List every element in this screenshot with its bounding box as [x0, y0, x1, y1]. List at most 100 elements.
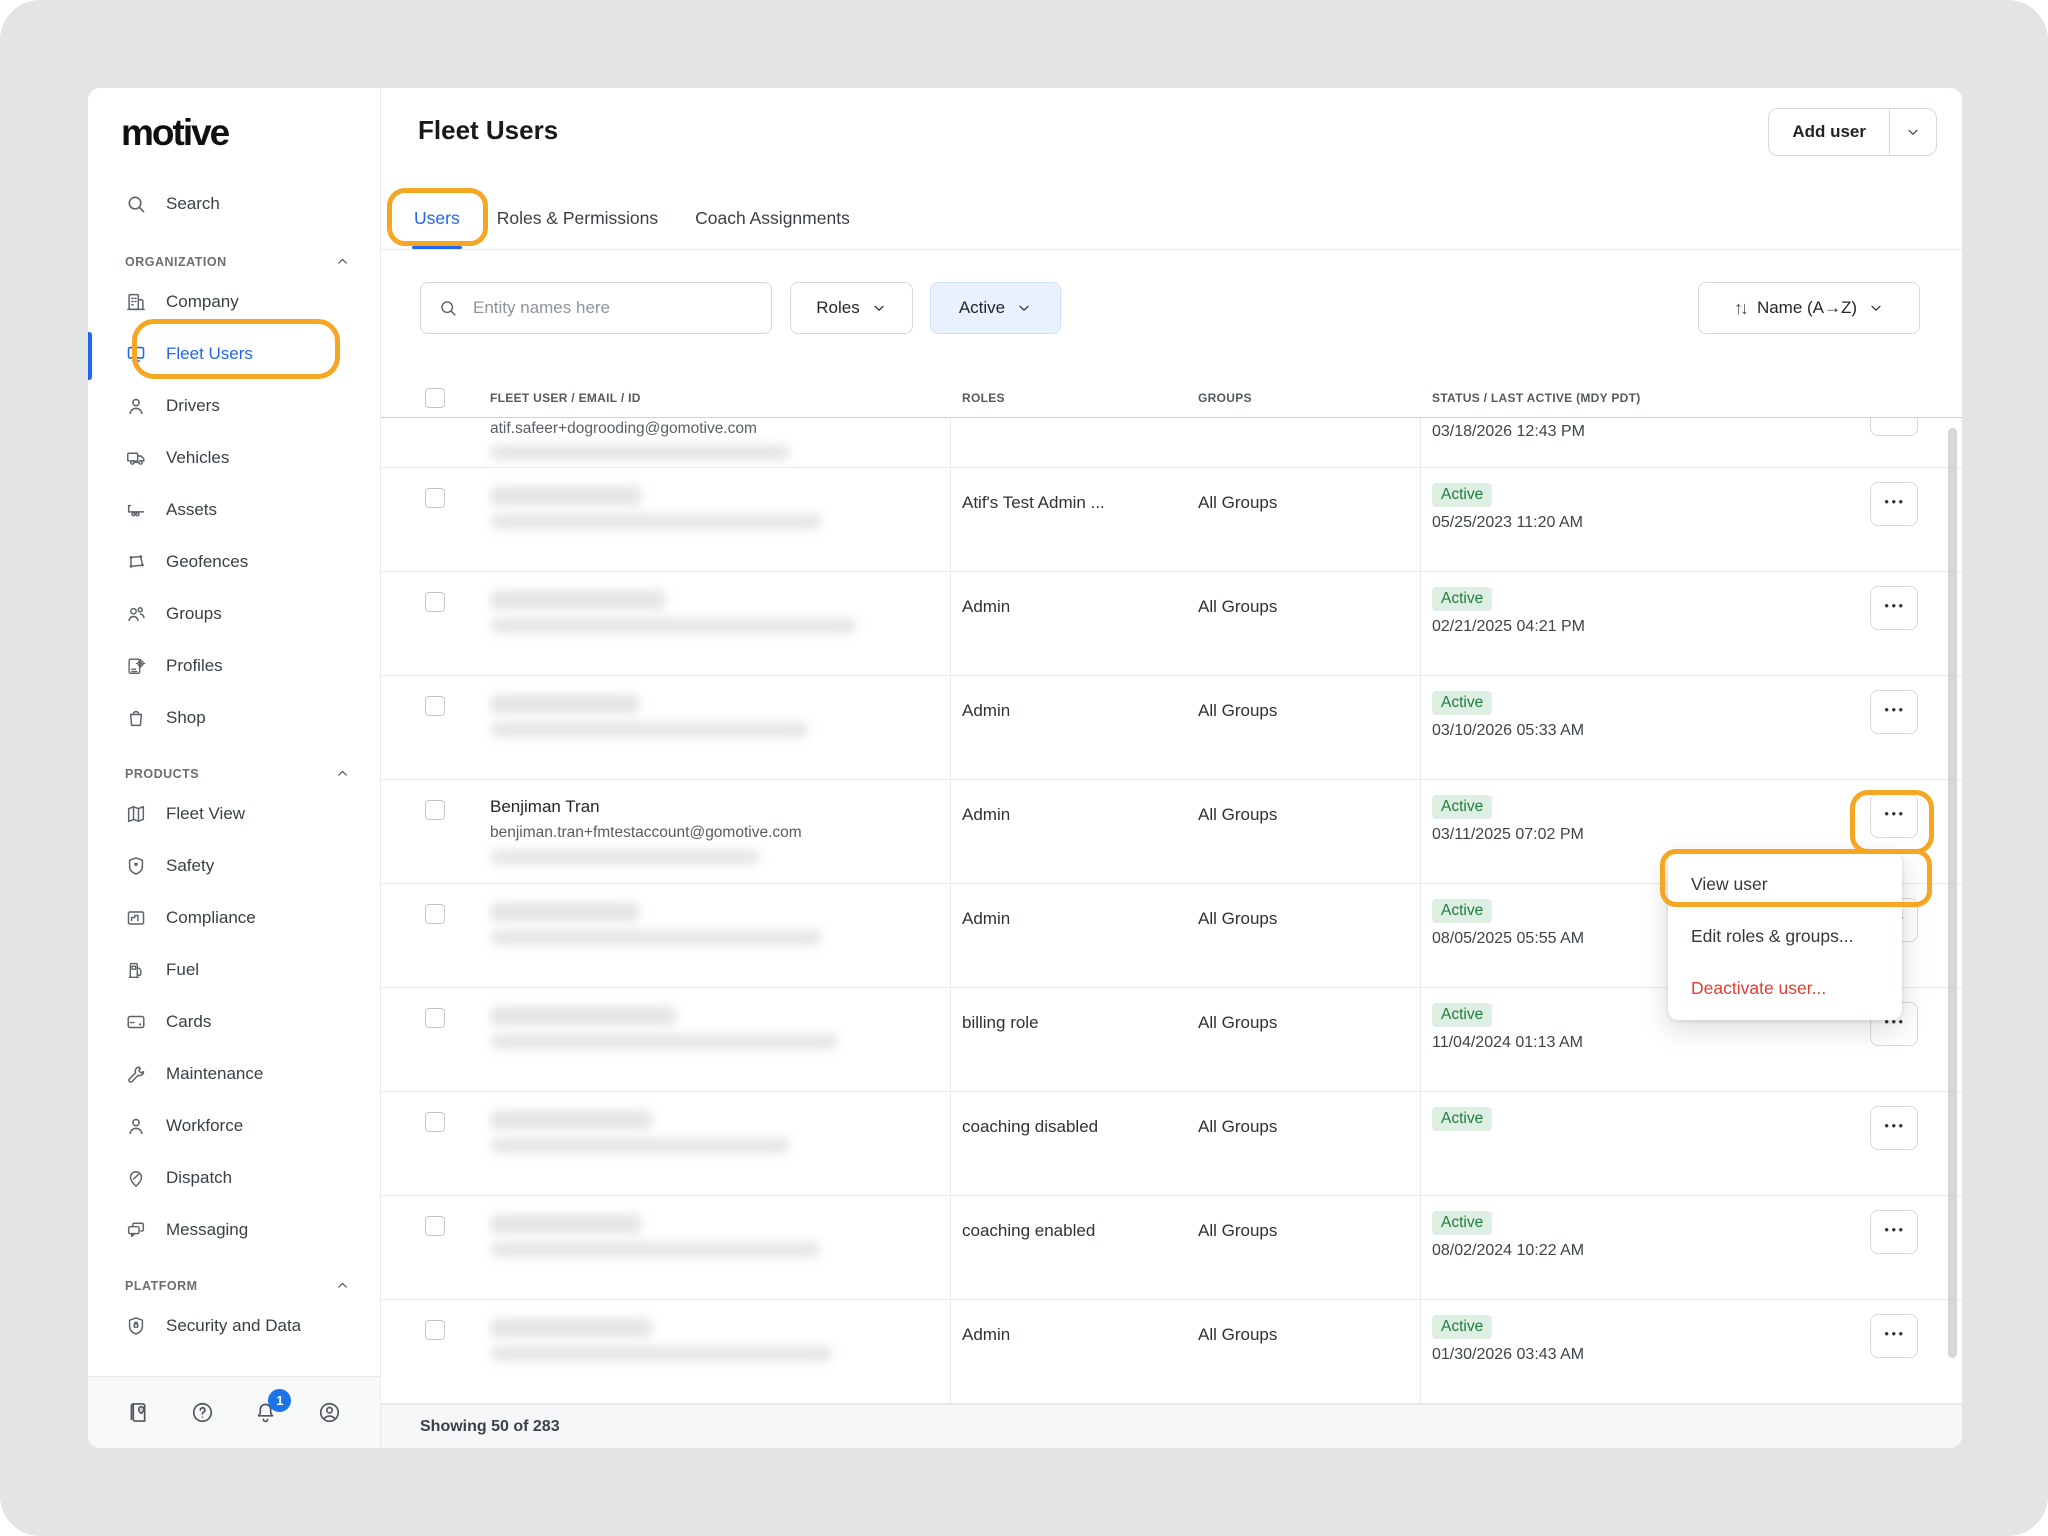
menu-item-view-user[interactable]: View user — [1668, 858, 1902, 910]
row-checkbox[interactable] — [425, 592, 445, 612]
row-menu-button[interactable]: ••• — [1870, 586, 1918, 630]
roles-filter-label: Roles — [816, 298, 859, 318]
row-checkbox[interactable] — [425, 696, 445, 716]
row-menu-button[interactable]: ••• — [1870, 1314, 1918, 1358]
tab-roles-permissions[interactable]: Roles & Permissions — [497, 188, 658, 249]
user-roles: billing role — [962, 1013, 1187, 1033]
filter-bar: Roles Active ↑↓ Name (A→Z) — [381, 282, 1962, 334]
sidebar-item-label: Assets — [166, 500, 217, 520]
row-checkbox[interactable] — [425, 800, 445, 820]
status-filter-dropdown[interactable]: Active — [930, 282, 1061, 334]
sidebar-item-company[interactable]: Company — [88, 276, 380, 328]
sidebar-item-label: Shop — [166, 708, 206, 728]
sidebar-item-workforce[interactable]: Workforce — [88, 1100, 380, 1152]
sidebar-item-groups[interactable]: Groups — [88, 588, 380, 640]
sidebar-item-fuel[interactable]: Fuel — [88, 944, 380, 996]
row-menu-button[interactable]: ••• — [1870, 1106, 1918, 1150]
status-badge: Active — [1432, 1107, 1492, 1131]
user-name: Benjiman Tran — [490, 797, 600, 817]
guide-book-button[interactable] — [126, 1400, 151, 1425]
sidebar-item-safety[interactable]: Safety — [88, 840, 380, 892]
row-checkbox[interactable] — [425, 488, 445, 508]
menu-item-edit-roles-groups[interactable]: Edit roles & groups... — [1668, 910, 1902, 962]
status-cell: Active 03/11/2025 07:02 PM — [1432, 795, 1584, 844]
sidebar-item-fleet-users[interactable]: Fleet Users — [88, 328, 380, 380]
row-menu-button[interactable]: ••• — [1870, 794, 1918, 838]
sidebar-item-profiles[interactable]: Profiles — [88, 640, 380, 692]
sidebar-item-shop[interactable]: Shop — [88, 692, 380, 744]
entity-search-input[interactable] — [471, 297, 754, 319]
geofence-icon — [125, 551, 147, 573]
redacted-email — [490, 514, 822, 529]
status-badge: Active — [1432, 483, 1492, 507]
sidebar-item-assets[interactable]: Assets — [88, 484, 380, 536]
row-menu-button[interactable]: ••• — [1870, 1210, 1918, 1254]
table-row: coaching enabled All Groups Active 08/02… — [381, 1196, 1962, 1300]
redacted-name — [490, 1006, 676, 1026]
redacted-name — [490, 1214, 642, 1234]
account-button[interactable] — [317, 1400, 342, 1425]
fuel-pump-icon — [125, 959, 147, 981]
people-icon — [125, 603, 147, 625]
chevron-up-icon — [335, 766, 350, 781]
row-checkbox[interactable] — [425, 1216, 445, 1236]
user-cell: Benjiman Tran benjiman.tran+fmtestaccoun… — [490, 780, 940, 883]
shield-icon — [125, 855, 147, 877]
sidebar-item-drivers[interactable]: Drivers — [88, 380, 380, 432]
entity-search-box[interactable] — [420, 282, 772, 334]
sidebar-item-compliance[interactable]: Compliance — [88, 892, 380, 944]
row-checkbox[interactable] — [425, 1320, 445, 1340]
column-header-status: STATUS / LAST ACTIVE (MDY PDT) — [1432, 391, 1641, 405]
row-checkbox[interactable] — [425, 1008, 445, 1028]
sidebar-item-cards[interactable]: Cards — [88, 996, 380, 1048]
bell-button[interactable]: 1 — [253, 1400, 278, 1425]
add-user-menu-button[interactable] — [1890, 109, 1936, 155]
sidebar-item-label: Maintenance — [166, 1064, 263, 1084]
user-groups: All Groups — [1198, 493, 1277, 513]
sidebar-item-dispatch[interactable]: Dispatch — [88, 1152, 380, 1204]
sidebar-item-messaging[interactable]: Messaging — [88, 1204, 380, 1256]
sidebar-section-organization[interactable]: ORGANIZATION — [88, 232, 380, 276]
status-cell: Active 02/21/2025 04:21 PM — [1432, 587, 1585, 636]
user-cell — [490, 1300, 940, 1403]
help-button[interactable] — [190, 1400, 215, 1425]
sidebar-item-geofences[interactable]: Geofences — [88, 536, 380, 588]
sidebar-section-platform[interactable]: PLATFORM — [88, 1256, 380, 1300]
sort-dropdown[interactable]: ↑↓ Name (A→Z) — [1698, 282, 1920, 334]
sidebar-item-vehicles[interactable]: Vehicles — [88, 432, 380, 484]
screenshot-frame: motive Search ORGANIZATIONCompanyFleet U… — [0, 0, 2048, 1536]
user-roles: Admin — [962, 1325, 1187, 1345]
row-checkbox[interactable] — [425, 1112, 445, 1132]
user-roles: Admin — [962, 805, 1187, 825]
row-menu-button[interactable]: ••• — [1870, 690, 1918, 734]
status-badge: Active — [1432, 899, 1492, 923]
sidebar-search[interactable]: Search — [88, 176, 380, 232]
user-cell — [490, 676, 940, 779]
row-checkbox[interactable] — [425, 904, 445, 924]
vertical-scrollbar[interactable] — [1948, 428, 1957, 1358]
menu-item-deactivate-user[interactable]: Deactivate user... — [1668, 962, 1902, 1014]
row-menu-button[interactable]: ••• — [1870, 482, 1918, 526]
sidebar-section-products[interactable]: PRODUCTS — [88, 744, 380, 788]
status-badge: Active — [1432, 1003, 1492, 1027]
user-cell — [490, 988, 940, 1091]
table-row: Atif's Test Admin ... All Groups Active … — [381, 468, 1962, 572]
user-cell — [490, 884, 940, 987]
redacted-name — [490, 486, 642, 506]
select-all-checkbox[interactable] — [425, 388, 445, 408]
row-menu-button[interactable]: ••• — [1870, 418, 1918, 436]
sidebar-item-maintenance[interactable]: Maintenance — [88, 1048, 380, 1100]
roles-filter-dropdown[interactable]: Roles — [790, 282, 913, 334]
person-icon — [125, 1115, 147, 1137]
status-cell: Active 03/10/2026 05:33 AM — [1432, 691, 1584, 740]
chevron-down-icon — [1905, 124, 1921, 140]
tab-users[interactable]: Users — [414, 188, 460, 249]
tab-coach-assignments[interactable]: Coach Assignments — [695, 188, 850, 249]
sort-label: Name (A→Z) — [1757, 298, 1857, 318]
add-user-button[interactable]: Add user — [1768, 108, 1937, 156]
redacted-email — [490, 1346, 832, 1361]
sidebar-item-security-and-data[interactable]: Security and Data — [88, 1300, 380, 1352]
sidebar-item-fleet-view[interactable]: Fleet View — [88, 788, 380, 840]
table-header: FLEET USER / EMAIL / ID ROLES GROUPS STA… — [381, 384, 1962, 418]
last-active: 05/25/2023 11:20 AM — [1432, 514, 1583, 532]
